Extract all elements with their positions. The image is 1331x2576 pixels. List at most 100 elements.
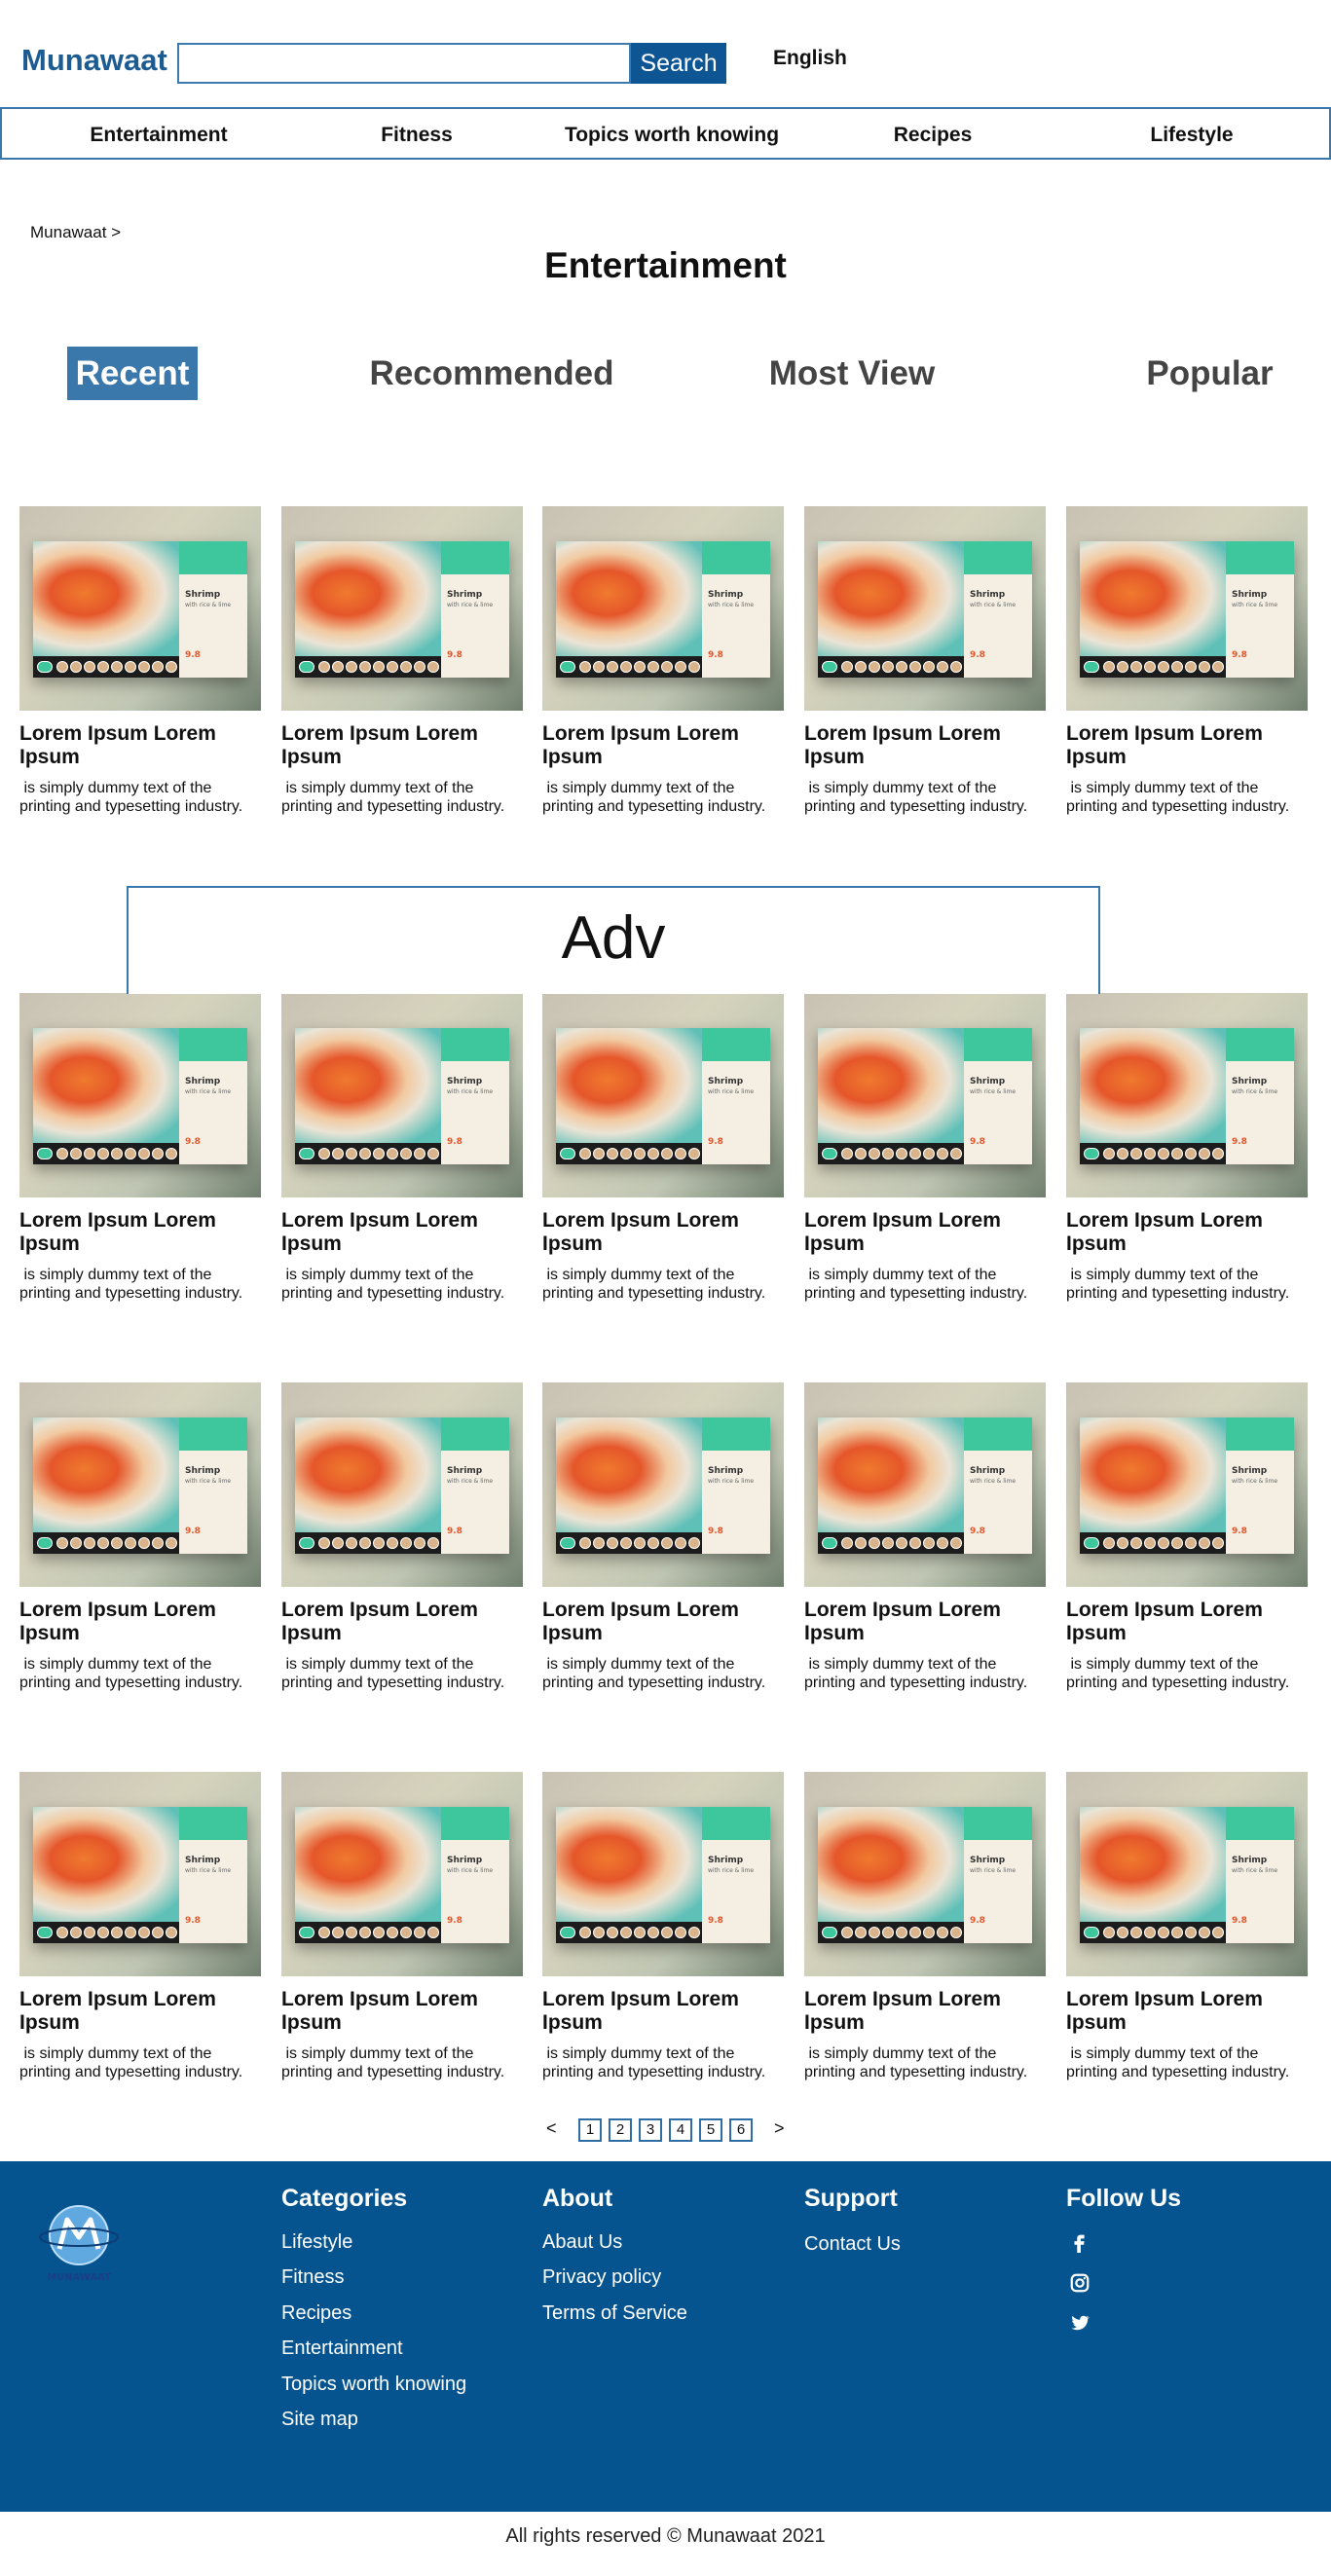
- content-card[interactable]: Shrimp with rice & lime 9.8 Lorem Ipsum …: [1066, 993, 1308, 1303]
- card-title[interactable]: Lorem Ipsum Lorem Ipsum: [1066, 1209, 1308, 1256]
- content-card[interactable]: Shrimp with rice & lime 9.8 Lorem Ipsum …: [804, 993, 1046, 1303]
- card-thumbnail[interactable]: Shrimp with rice & lime 9.8: [19, 993, 261, 1197]
- nav-item-entertainment[interactable]: Entertainment: [29, 124, 288, 147]
- card-title[interactable]: Lorem Ipsum Lorem Ipsum: [19, 1209, 261, 1256]
- card-thumbnail[interactable]: Shrimp with rice & lime 9.8: [281, 993, 523, 1197]
- page-button-6[interactable]: 6: [729, 2118, 753, 2142]
- content-card[interactable]: Shrimp with rice & lime 9.8 Lorem Ipsum …: [19, 506, 261, 816]
- content-card[interactable]: Shrimp with rice & lime 9.8 Lorem Ipsum …: [19, 1772, 261, 2081]
- card-title[interactable]: Lorem Ipsum Lorem Ipsum: [804, 1209, 1046, 1256]
- language-selector[interactable]: English: [773, 47, 847, 70]
- card-thumbnail[interactable]: Shrimp with rice & lime 9.8: [804, 506, 1046, 711]
- tab-recent[interactable]: Recent: [67, 347, 198, 400]
- thumb-ingredient-dot: [560, 1927, 575, 1938]
- card-thumbnail[interactable]: Shrimp with rice & lime 9.8: [281, 1382, 523, 1587]
- content-card[interactable]: Shrimp with rice & lime 9.8 Lorem Ipsum …: [281, 1382, 523, 1692]
- content-card[interactable]: Shrimp with rice & lime 9.8 Lorem Ipsum …: [281, 993, 523, 1303]
- card-title[interactable]: Lorem Ipsum Lorem Ipsum: [19, 1988, 261, 2035]
- thumb-ingredient-dot: [822, 1927, 837, 1938]
- card-thumbnail[interactable]: Shrimp with rice & lime 9.8: [542, 1772, 784, 1976]
- search-input[interactable]: [177, 43, 631, 84]
- advertisement-banner[interactable]: Adv: [127, 886, 1100, 994]
- tab-recommended[interactable]: Recommended: [360, 347, 623, 400]
- card-title[interactable]: Lorem Ipsum Lorem Ipsum: [19, 722, 261, 769]
- card-title[interactable]: Lorem Ipsum Lorem Ipsum: [1066, 1988, 1308, 2035]
- content-card[interactable]: Shrimp with rice & lime 9.8 Lorem Ipsum …: [281, 506, 523, 816]
- footer-logo[interactable]: MUNAWAAT: [35, 2198, 123, 2286]
- thumb-ingredient-dot: [579, 1148, 591, 1159]
- content-card[interactable]: Shrimp with rice & lime 9.8 Lorem Ipsum …: [804, 1772, 1046, 2081]
- card-title[interactable]: Lorem Ipsum Lorem Ipsum: [804, 722, 1046, 769]
- content-card[interactable]: Shrimp with rice & lime 9.8 Lorem Ipsum …: [1066, 1772, 1308, 2081]
- footer-link-lifestyle[interactable]: Lifestyle: [281, 2231, 352, 2254]
- card-title[interactable]: Lorem Ipsum Lorem Ipsum: [281, 1988, 523, 2035]
- content-card[interactable]: Shrimp with rice & lime 9.8 Lorem Ipsum …: [804, 1382, 1046, 1692]
- twitter-icon[interactable]: [1069, 2312, 1091, 2334]
- next-page-button[interactable]: >: [774, 2118, 785, 2139]
- page-button-2[interactable]: 2: [609, 2118, 632, 2142]
- card-thumbnail[interactable]: Shrimp with rice & lime 9.8: [542, 506, 784, 711]
- card-thumbnail[interactable]: Shrimp with rice & lime 9.8: [281, 506, 523, 711]
- nav-item-recipes[interactable]: Recipes: [803, 124, 1062, 147]
- facebook-icon[interactable]: [1069, 2231, 1091, 2253]
- site-logo[interactable]: Munawaat: [21, 43, 167, 78]
- card-thumbnail[interactable]: Shrimp with rice & lime 9.8: [19, 506, 261, 711]
- card-title[interactable]: Lorem Ipsum Lorem Ipsum: [542, 1209, 784, 1256]
- content-card[interactable]: Shrimp with rice & lime 9.8 Lorem Ipsum …: [542, 506, 784, 816]
- card-title[interactable]: Lorem Ipsum Lorem Ipsum: [804, 1988, 1046, 2035]
- card-thumbnail[interactable]: Shrimp with rice & lime 9.8: [542, 1382, 784, 1587]
- card-title[interactable]: Lorem Ipsum Lorem Ipsum: [542, 1599, 784, 1645]
- footer-link-privacy[interactable]: Privacy policy: [542, 2266, 661, 2289]
- card-thumbnail[interactable]: Shrimp with rice & lime 9.8: [1066, 1382, 1308, 1587]
- tab-most-view[interactable]: Most View: [750, 347, 954, 400]
- card-thumbnail[interactable]: Shrimp with rice & lime 9.8: [19, 1772, 261, 1976]
- card-title[interactable]: Lorem Ipsum Lorem Ipsum: [19, 1599, 261, 1645]
- footer-link-fitness[interactable]: Fitness: [281, 2266, 344, 2289]
- content-card[interactable]: Shrimp with rice & lime 9.8 Lorem Ipsum …: [542, 993, 784, 1303]
- nav-item-fitness[interactable]: Fitness: [287, 124, 546, 147]
- card-title[interactable]: Lorem Ipsum Lorem Ipsum: [804, 1599, 1046, 1645]
- page-button-5[interactable]: 5: [699, 2118, 722, 2142]
- footer-link-terms[interactable]: Terms of Service: [542, 2302, 687, 2325]
- card-thumbnail[interactable]: Shrimp with rice & lime 9.8: [1066, 993, 1308, 1197]
- card-title[interactable]: Lorem Ipsum Lorem Ipsum: [281, 1599, 523, 1645]
- footer-link-about-us[interactable]: Abaut Us: [542, 2231, 622, 2254]
- card-title[interactable]: Lorem Ipsum Lorem Ipsum: [281, 1209, 523, 1256]
- card-thumbnail[interactable]: Shrimp with rice & lime 9.8: [804, 1772, 1046, 1976]
- footer-link-entertainment[interactable]: Entertainment: [281, 2337, 403, 2360]
- content-card[interactable]: Shrimp with rice & lime 9.8 Lorem Ipsum …: [19, 1382, 261, 1692]
- content-card[interactable]: Shrimp with rice & lime 9.8 Lorem Ipsum …: [1066, 1382, 1308, 1692]
- instagram-icon[interactable]: [1069, 2272, 1091, 2294]
- content-card[interactable]: Shrimp with rice & lime 9.8 Lorem Ipsum …: [281, 1772, 523, 2081]
- card-thumbnail[interactable]: Shrimp with rice & lime 9.8: [1066, 1772, 1308, 1976]
- nav-item-topics[interactable]: Topics worth knowing: [542, 124, 801, 147]
- page-button-4[interactable]: 4: [669, 2118, 692, 2142]
- tab-popular[interactable]: Popular: [1129, 347, 1290, 400]
- content-card[interactable]: Shrimp with rice & lime 9.8 Lorem Ipsum …: [542, 1382, 784, 1692]
- footer-link-recipes[interactable]: Recipes: [281, 2302, 351, 2325]
- search-button[interactable]: Search: [631, 43, 726, 84]
- content-card[interactable]: Shrimp with rice & lime 9.8 Lorem Ipsum …: [1066, 506, 1308, 816]
- page-button-1[interactable]: 1: [578, 2118, 602, 2142]
- content-card[interactable]: Shrimp with rice & lime 9.8 Lorem Ipsum …: [804, 506, 1046, 816]
- prev-page-button[interactable]: <: [546, 2118, 557, 2139]
- card-thumbnail[interactable]: Shrimp with rice & lime 9.8: [1066, 506, 1308, 711]
- footer-link-sitemap[interactable]: Site map: [281, 2409, 358, 2431]
- content-card[interactable]: Shrimp with rice & lime 9.8 Lorem Ipsum …: [542, 1772, 784, 2081]
- card-thumbnail[interactable]: Shrimp with rice & lime 9.8: [804, 1382, 1046, 1587]
- content-card[interactable]: Shrimp with rice & lime 9.8 Lorem Ipsum …: [19, 993, 261, 1303]
- breadcrumb[interactable]: Munawaat >: [30, 223, 121, 242]
- footer-link-contact[interactable]: Contact Us: [804, 2233, 901, 2256]
- page-button-3[interactable]: 3: [639, 2118, 662, 2142]
- card-title[interactable]: Lorem Ipsum Lorem Ipsum: [542, 1988, 784, 2035]
- nav-item-lifestyle[interactable]: Lifestyle: [1062, 124, 1321, 147]
- footer-link-topics[interactable]: Topics worth knowing: [281, 2374, 466, 2396]
- card-title[interactable]: Lorem Ipsum Lorem Ipsum: [1066, 1599, 1308, 1645]
- card-thumbnail[interactable]: Shrimp with rice & lime 9.8: [804, 993, 1046, 1197]
- card-title[interactable]: Lorem Ipsum Lorem Ipsum: [281, 722, 523, 769]
- card-title[interactable]: Lorem Ipsum Lorem Ipsum: [1066, 722, 1308, 769]
- card-thumbnail[interactable]: Shrimp with rice & lime 9.8: [19, 1382, 261, 1587]
- card-thumbnail[interactable]: Shrimp with rice & lime 9.8: [281, 1772, 523, 1976]
- card-title[interactable]: Lorem Ipsum Lorem Ipsum: [542, 722, 784, 769]
- card-thumbnail[interactable]: Shrimp with rice & lime 9.8: [542, 993, 784, 1197]
